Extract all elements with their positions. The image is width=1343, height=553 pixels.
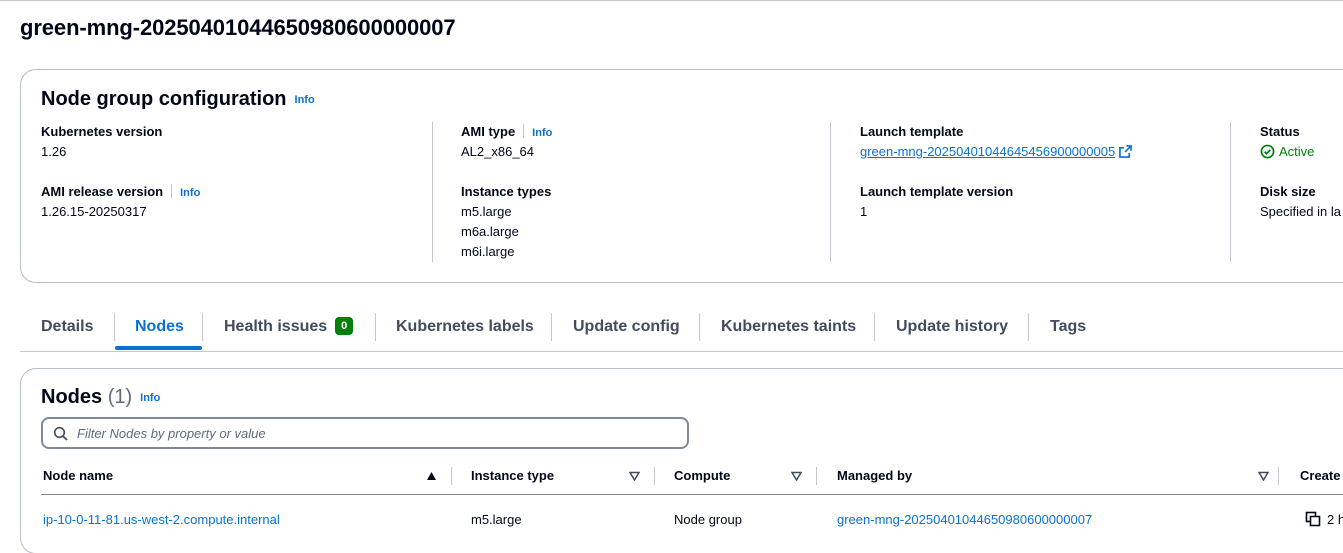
managed-by-link[interactable]: green-mng-20250401044650980600000007 xyxy=(837,496,1092,544)
instance-types-field: Instance types m5.large m6a.large m6i.la… xyxy=(461,182,551,262)
tab-divider xyxy=(1028,313,1029,341)
config-column-3: Launch template green-mng-20250401044645… xyxy=(830,122,1230,262)
status-field: Status Active xyxy=(1260,122,1314,162)
column-resizer[interactable] xyxy=(1278,467,1279,485)
sort-icon[interactable] xyxy=(791,471,802,481)
nodes-title-text: Nodes xyxy=(41,386,103,408)
created-value: 2 h xyxy=(1327,512,1343,527)
ami-type-value: AL2_x86_64 xyxy=(461,144,535,159)
column-header-compute[interactable]: Compute xyxy=(674,457,730,495)
column-header-managed-by[interactable]: Managed by xyxy=(837,457,912,495)
config-card-title: Node group configuration Info xyxy=(41,88,315,111)
health-issues-count-badge: 0 xyxy=(335,317,354,335)
ami-release-version-label: AMI release version xyxy=(41,184,164,199)
node-name-link[interactable]: ip-10-0-11-81.us-west-2.compute.internal xyxy=(43,496,280,544)
ami-release-version-field: AMI release version Info 1.26.15-20250317 xyxy=(41,182,200,222)
nodes-card-title: Nodes (1) Info xyxy=(41,386,160,409)
created-cell: 2 h xyxy=(1305,496,1343,544)
launch-template-link[interactable]: green-mng-20250401044645456900000005 xyxy=(860,144,1115,159)
status-value: Active xyxy=(1279,144,1315,159)
sort-icon[interactable] xyxy=(1258,471,1269,481)
instance-type-value: m6i.large xyxy=(461,244,515,259)
launch-template-value-row: green-mng-20250401044645456900000005 xyxy=(860,142,1133,162)
tab-divider xyxy=(114,313,115,341)
sort-ascending-icon[interactable] xyxy=(426,471,437,481)
column-resizer[interactable] xyxy=(654,467,655,485)
config-title-text: Node group configuration xyxy=(41,88,287,110)
instance-type-cell: m5.large xyxy=(471,512,522,527)
external-link-icon[interactable] xyxy=(1119,145,1133,158)
sort-icon[interactable] xyxy=(629,471,640,481)
config-column-2: AMI type Info AL2_x86_64 Instance types m… xyxy=(432,122,830,262)
column-header-instance-type[interactable]: Instance type xyxy=(471,457,554,495)
tab-health-issues-label: Health issues xyxy=(224,318,328,335)
tab-divider xyxy=(874,313,875,341)
launch-template-version-value: 1 xyxy=(860,204,868,219)
ami-release-version-value: 1.26.15-20250317 xyxy=(41,204,147,219)
top-border xyxy=(0,0,1343,1)
label-divider xyxy=(171,184,173,198)
launch-template-field: Launch template green-mng-20250401044645… xyxy=(860,122,1133,162)
ami-type-field: AMI type Info AL2_x86_64 xyxy=(461,122,552,162)
tab-divider xyxy=(375,313,376,341)
ami-type-label-row: AMI type Info xyxy=(461,122,552,142)
tab-tags[interactable]: Tags xyxy=(1050,309,1086,351)
nodes-filter-input[interactable] xyxy=(77,423,677,443)
launch-template-version-label: Launch template version xyxy=(860,184,1014,199)
table-row: ip-10-0-11-81.us-west-2.compute.internal… xyxy=(41,496,1343,544)
search-icon xyxy=(53,426,68,441)
label-divider xyxy=(523,124,525,138)
active-tab-indicator xyxy=(115,346,202,350)
disk-size-field: Disk size Specified in la xyxy=(1260,182,1341,222)
tab-divider xyxy=(202,313,203,341)
nodes-filter-box[interactable] xyxy=(41,417,689,449)
instance-type-value: m6a.large xyxy=(461,224,519,239)
tab-kubernetes-taints[interactable]: Kubernetes taints xyxy=(721,309,856,351)
kubernetes-version-label: Kubernetes version xyxy=(41,124,163,139)
tab-details[interactable]: Details xyxy=(41,309,93,351)
status-label: Status xyxy=(1260,124,1300,139)
tab-divider xyxy=(551,313,552,341)
nodes-count: (1) xyxy=(107,386,133,408)
disk-size-value: Specified in la xyxy=(1260,204,1341,219)
nodes-card: Nodes (1) Info Node name Instance type Co… xyxy=(20,368,1343,553)
instance-types-label: Instance types xyxy=(461,184,552,199)
column-header-node-name[interactable]: Node name xyxy=(43,457,113,495)
launch-template-version-field: Launch template version 1 xyxy=(860,182,1013,222)
config-column-4: Status Active Disk size Specified in la xyxy=(1230,122,1343,262)
tab-update-history[interactable]: Update history xyxy=(896,309,1008,351)
tab-health-issues[interactable]: Health issues 0 xyxy=(224,309,354,351)
nodes-table-header: Node name Instance type Compute Managed … xyxy=(41,457,1343,495)
tab-nodes[interactable]: Nodes xyxy=(135,309,184,351)
ami-type-label: AMI type xyxy=(461,124,516,139)
ami-release-version-info-link[interactable]: Info xyxy=(180,187,200,199)
tab-kubernetes-labels[interactable]: Kubernetes labels xyxy=(396,309,534,351)
config-info-link[interactable]: Info xyxy=(295,94,315,106)
column-header-created[interactable]: Create xyxy=(1300,457,1340,495)
config-column-1: Kubernetes version 1.26 AMI release vers… xyxy=(41,122,431,262)
status-value-row: Active xyxy=(1260,142,1314,162)
ami-type-info-link[interactable]: Info xyxy=(532,127,552,139)
ami-release-version-label-row: AMI release version Info xyxy=(41,182,200,202)
instance-type-value: m5.large xyxy=(461,204,512,219)
disk-size-label: Disk size xyxy=(1260,184,1316,199)
kubernetes-version-value: 1.26 xyxy=(41,144,67,159)
node-group-configuration-card: Node group configuration Info Kubernetes … xyxy=(20,69,1343,283)
nodes-info-link[interactable]: Info xyxy=(140,392,160,404)
check-circle-icon xyxy=(1260,144,1275,159)
column-resizer[interactable] xyxy=(816,467,817,485)
tab-bar: Details Nodes Health issues 0 Kubernetes … xyxy=(20,309,1343,352)
kubernetes-version-field: Kubernetes version 1.26 xyxy=(41,122,162,162)
copy-icon[interactable] xyxy=(1305,511,1321,527)
page-title: green-mng-20250401044650980600000007 xyxy=(20,15,456,40)
tab-divider xyxy=(699,313,700,341)
tab-update-config[interactable]: Update config xyxy=(573,309,680,351)
compute-cell: Node group xyxy=(674,512,742,527)
column-resizer[interactable] xyxy=(451,467,452,485)
launch-template-label: Launch template xyxy=(860,124,964,139)
